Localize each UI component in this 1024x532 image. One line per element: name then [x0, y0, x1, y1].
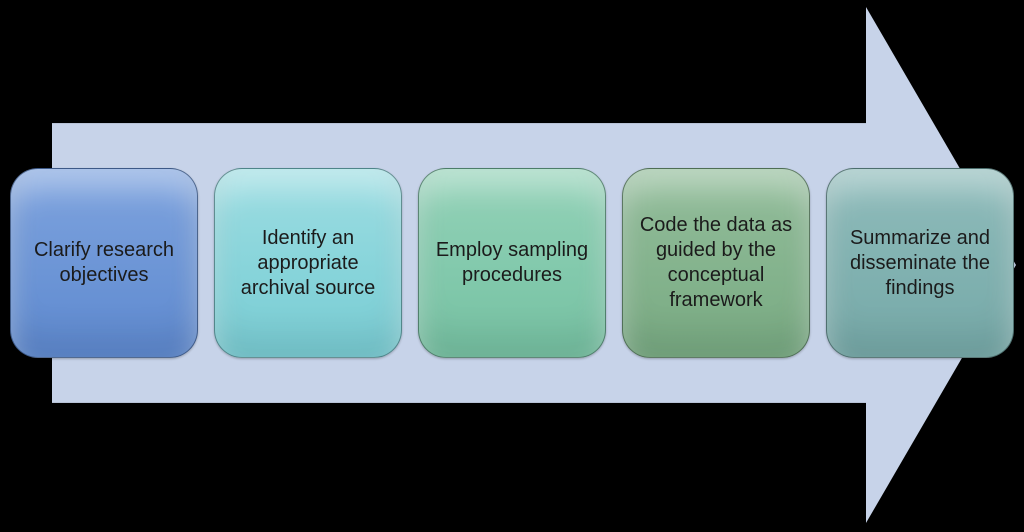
- step-4: Code the data as guided by the conceptua…: [622, 168, 810, 358]
- step-3: Employ sampling procedures: [418, 168, 606, 358]
- step-4-label: Code the data as guided by the conceptua…: [637, 213, 795, 313]
- step-3-label: Employ sampling procedures: [433, 238, 591, 288]
- step-5: Summarize and disseminate the findings: [826, 168, 1014, 358]
- step-2-label: Identify an appropriate archival source: [229, 226, 387, 301]
- steps-container: Clarify research objectives Identify an …: [10, 168, 1014, 358]
- step-1: Clarify research objectives: [10, 168, 198, 358]
- step-5-label: Summarize and disseminate the findings: [841, 226, 999, 301]
- step-1-label: Clarify research objectives: [25, 238, 183, 288]
- step-2: Identify an appropriate archival source: [214, 168, 402, 358]
- process-arrow-diagram: Clarify research objectives Identify an …: [0, 0, 1024, 532]
